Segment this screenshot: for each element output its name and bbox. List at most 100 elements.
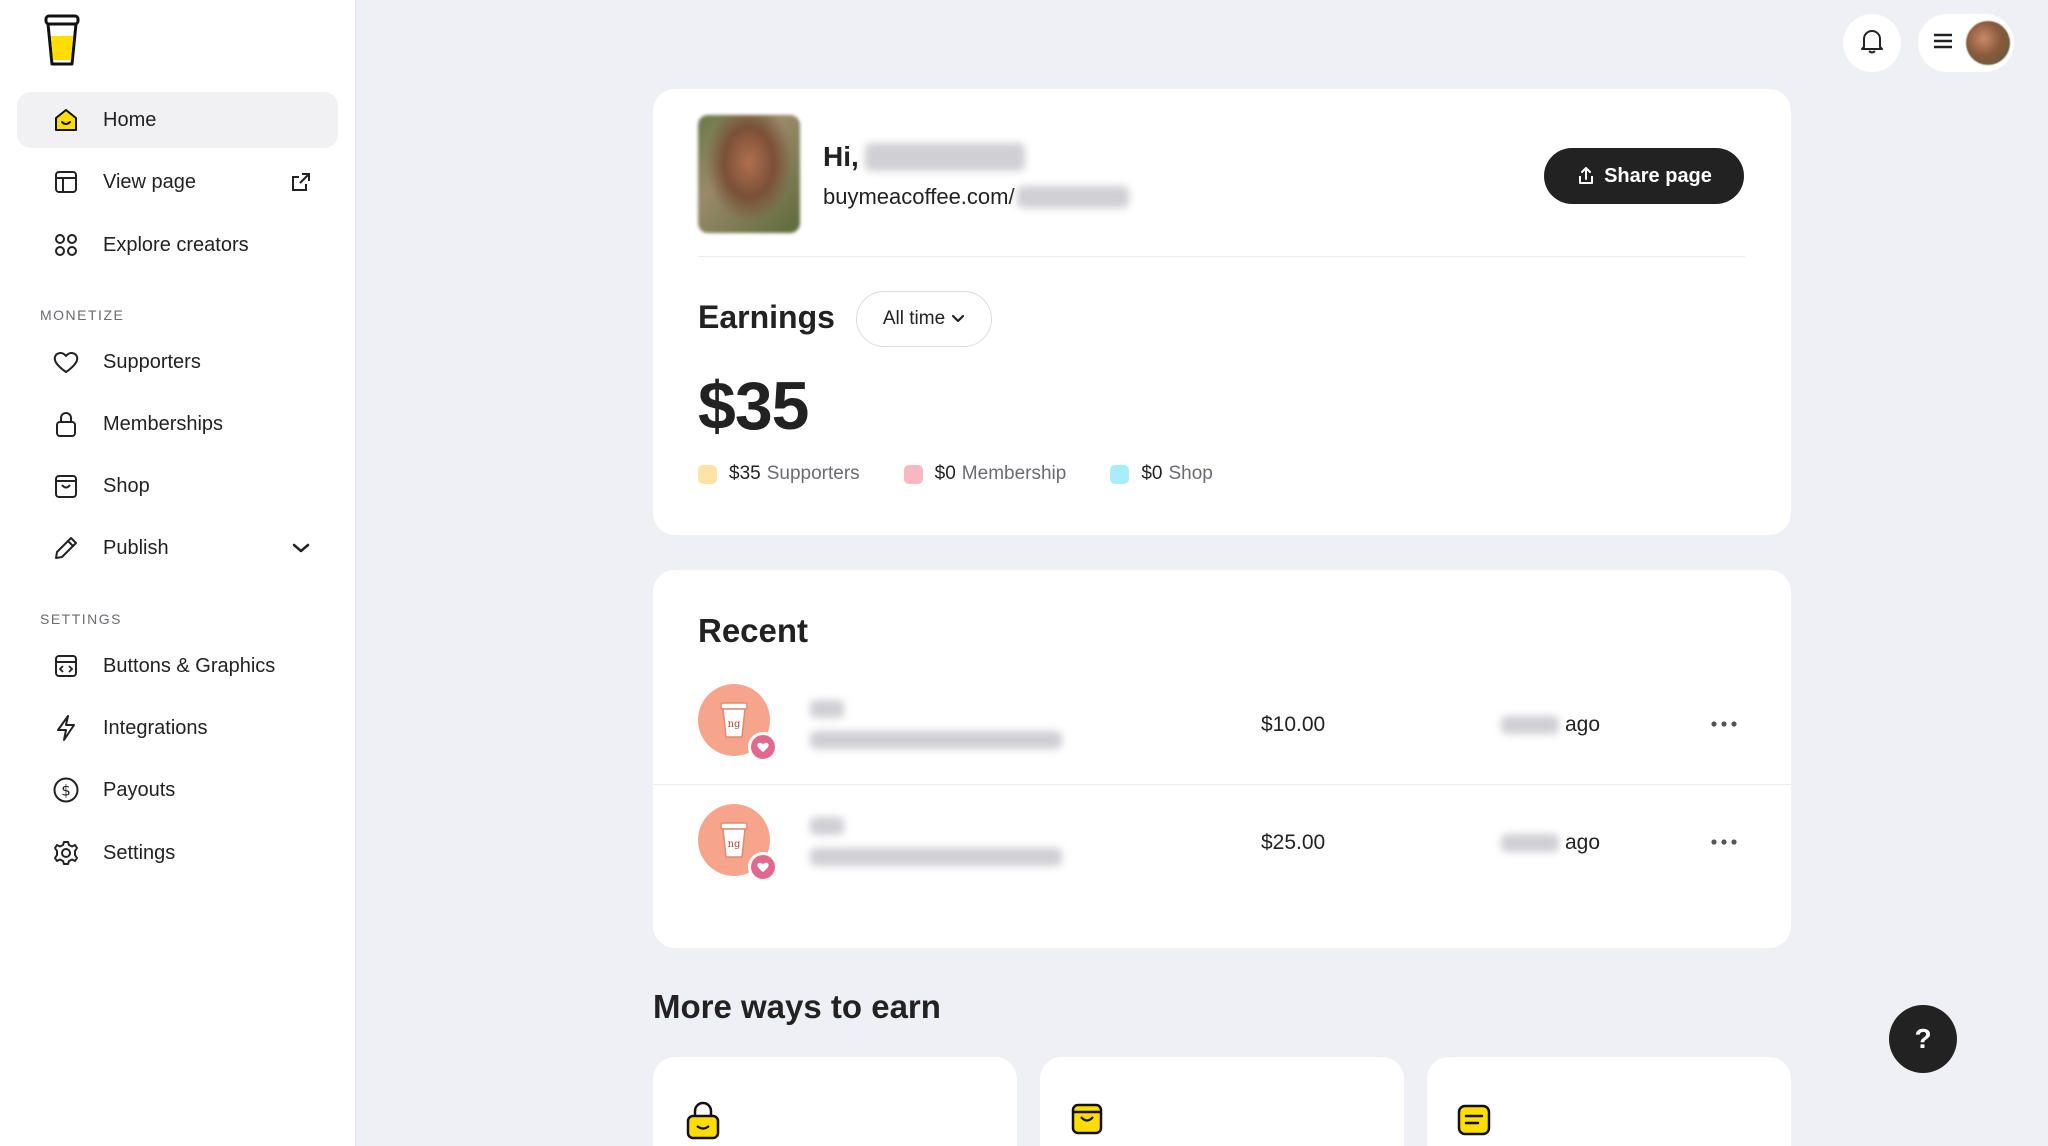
redacted-name <box>864 143 1025 171</box>
redacted-time <box>1501 716 1559 734</box>
sidebar-item-label: Memberships <box>103 412 224 435</box>
time-ago-label: ago <box>1565 713 1601 736</box>
support-time: ago <box>1501 831 1600 855</box>
chevron-down-icon <box>951 314 965 324</box>
time-range-dropdown[interactable]: All time <box>856 291 992 347</box>
help-button[interactable]: ? <box>1889 1005 1957 1073</box>
lock-icon <box>685 1101 721 1146</box>
coffee-cup-icon: ng <box>720 702 748 738</box>
sidebar-item-label: Integrations <box>103 716 208 739</box>
sidebar-item-payouts[interactable]: $ Payouts <box>17 762 338 818</box>
sidebar-item-publish[interactable]: Publish <box>17 520 338 576</box>
redacted-name <box>810 700 844 718</box>
redacted-name <box>810 817 844 835</box>
legend-amount: $0 <box>1141 463 1163 484</box>
divider <box>698 256 1745 257</box>
bag-icon <box>51 471 81 501</box>
redacted-username <box>1016 186 1129 208</box>
share-icon <box>1576 166 1596 186</box>
code-window-icon <box>51 651 81 681</box>
legend-swatch <box>698 464 717 484</box>
list-item[interactable]: ng $10.00 ago <box>653 666 1791 784</box>
bolt-icon <box>51 713 81 743</box>
home-icon <box>51 105 81 135</box>
sidebar-item-buttons-graphics[interactable]: Buttons & Graphics <box>17 638 338 694</box>
page-url-prefix: buymeacoffee.com/ <box>823 184 1015 209</box>
dollar-circle-icon: $ <box>51 775 81 805</box>
legend-swatch <box>1110 464 1130 484</box>
pencil-icon <box>51 533 81 563</box>
heart-icon <box>748 852 778 882</box>
more-options-icon[interactable] <box>1706 830 1742 854</box>
legend-shop: $0 Shop <box>1110 463 1213 485</box>
earnings-card: Hi, buymeacoffee.com/ Share page Earning… <box>653 89 1791 535</box>
greeting: Hi, <box>823 141 1025 173</box>
profile-avatar <box>698 115 800 233</box>
notifications-button[interactable] <box>1843 14 1901 72</box>
sidebar-item-memberships[interactable]: Memberships <box>17 396 338 452</box>
supporter-name <box>810 700 1062 749</box>
support-time: ago <box>1501 713 1600 737</box>
sidebar-item-explore-creators[interactable]: Explore creators <box>17 217 338 273</box>
sidebar-item-view-page[interactable]: View page <box>17 154 338 210</box>
avatar <box>1966 21 2010 65</box>
recent-title: Recent <box>698 612 809 649</box>
svg-text:$: $ <box>61 782 71 800</box>
legend-amount: $35 <box>729 463 761 484</box>
page-url: buymeacoffee.com/ <box>823 184 1129 210</box>
more-options-icon[interactable] <box>1706 712 1742 736</box>
list-item[interactable]: ng $25.00 ago <box>653 784 1791 902</box>
coffee-cup-logo[interactable] <box>42 12 82 68</box>
legend-supporters: $35 Supporters <box>698 463 860 485</box>
time-ago-label: ago <box>1565 831 1601 854</box>
sidebar-item-supporters[interactable]: Supporters <box>17 334 338 390</box>
sidebar-item-label: Explore creators <box>103 233 249 256</box>
sidebar-item-home[interactable]: Home <box>17 92 338 148</box>
earn-card-shop[interactable] <box>1040 1057 1404 1146</box>
recent-card: Recent ng $10.00 ago ng $25.00 ago <box>653 570 1791 948</box>
external-link-icon[interactable] <box>288 169 314 195</box>
redacted-email <box>810 731 1062 749</box>
sidebar-item-label: Payouts <box>103 778 176 801</box>
bell-icon <box>1859 27 1885 60</box>
earn-card-memberships[interactable] <box>653 1057 1017 1146</box>
redacted-email <box>810 848 1062 866</box>
section-label-settings: SETTINGS <box>40 611 123 627</box>
legend-membership: $0 Membership <box>903 463 1066 485</box>
earnings-total: $35 <box>698 368 809 444</box>
lock-icon <box>51 409 81 439</box>
coffee-cup-icon: ng <box>720 822 748 858</box>
sidebar-item-settings[interactable]: Settings <box>17 825 338 881</box>
earnings-legend: $35 Supporters $0 Membership $0 Shop <box>698 463 1257 485</box>
svg-text:ng: ng <box>728 839 741 850</box>
share-page-button[interactable]: Share page <box>1544 148 1744 204</box>
greeting-text: Hi, <box>823 141 859 172</box>
sidebar-item-label: View page <box>103 170 197 193</box>
time-range-label: All time <box>882 308 946 329</box>
earn-card-posts[interactable] <box>1427 1057 1791 1146</box>
post-icon <box>1456 1103 1492 1142</box>
legend-swatch <box>903 464 923 484</box>
account-menu-button[interactable] <box>1918 14 2014 72</box>
legend-label: Supporters <box>766 463 860 484</box>
legend-amount: $0 <box>934 463 956 484</box>
grid-circles-icon <box>51 230 81 260</box>
heart-icon <box>51 347 81 377</box>
redacted-time <box>1501 834 1559 852</box>
share-page-label: Share page <box>1604 164 1712 187</box>
gear-icon <box>51 838 81 868</box>
sidebar-item-shop[interactable]: Shop <box>17 458 338 514</box>
earnings-title: Earnings <box>698 299 835 335</box>
sidebar-item-label: Settings <box>103 841 176 864</box>
legend-label: Shop <box>1168 463 1213 484</box>
bag-icon <box>1070 1101 1104 1142</box>
chevron-down-icon[interactable] <box>288 535 314 561</box>
sidebar: Home View page Explore creators MONETIZE… <box>0 0 356 1146</box>
more-ways-title: More ways to earn <box>653 988 941 1025</box>
layout-icon <box>51 167 81 197</box>
sidebar-item-label: Supporters <box>103 350 201 373</box>
sidebar-item-integrations[interactable]: Integrations <box>17 700 338 756</box>
supporter-name <box>810 817 1062 866</box>
svg-text:ng: ng <box>728 719 741 730</box>
support-amount: $25.00 <box>1261 831 1326 854</box>
